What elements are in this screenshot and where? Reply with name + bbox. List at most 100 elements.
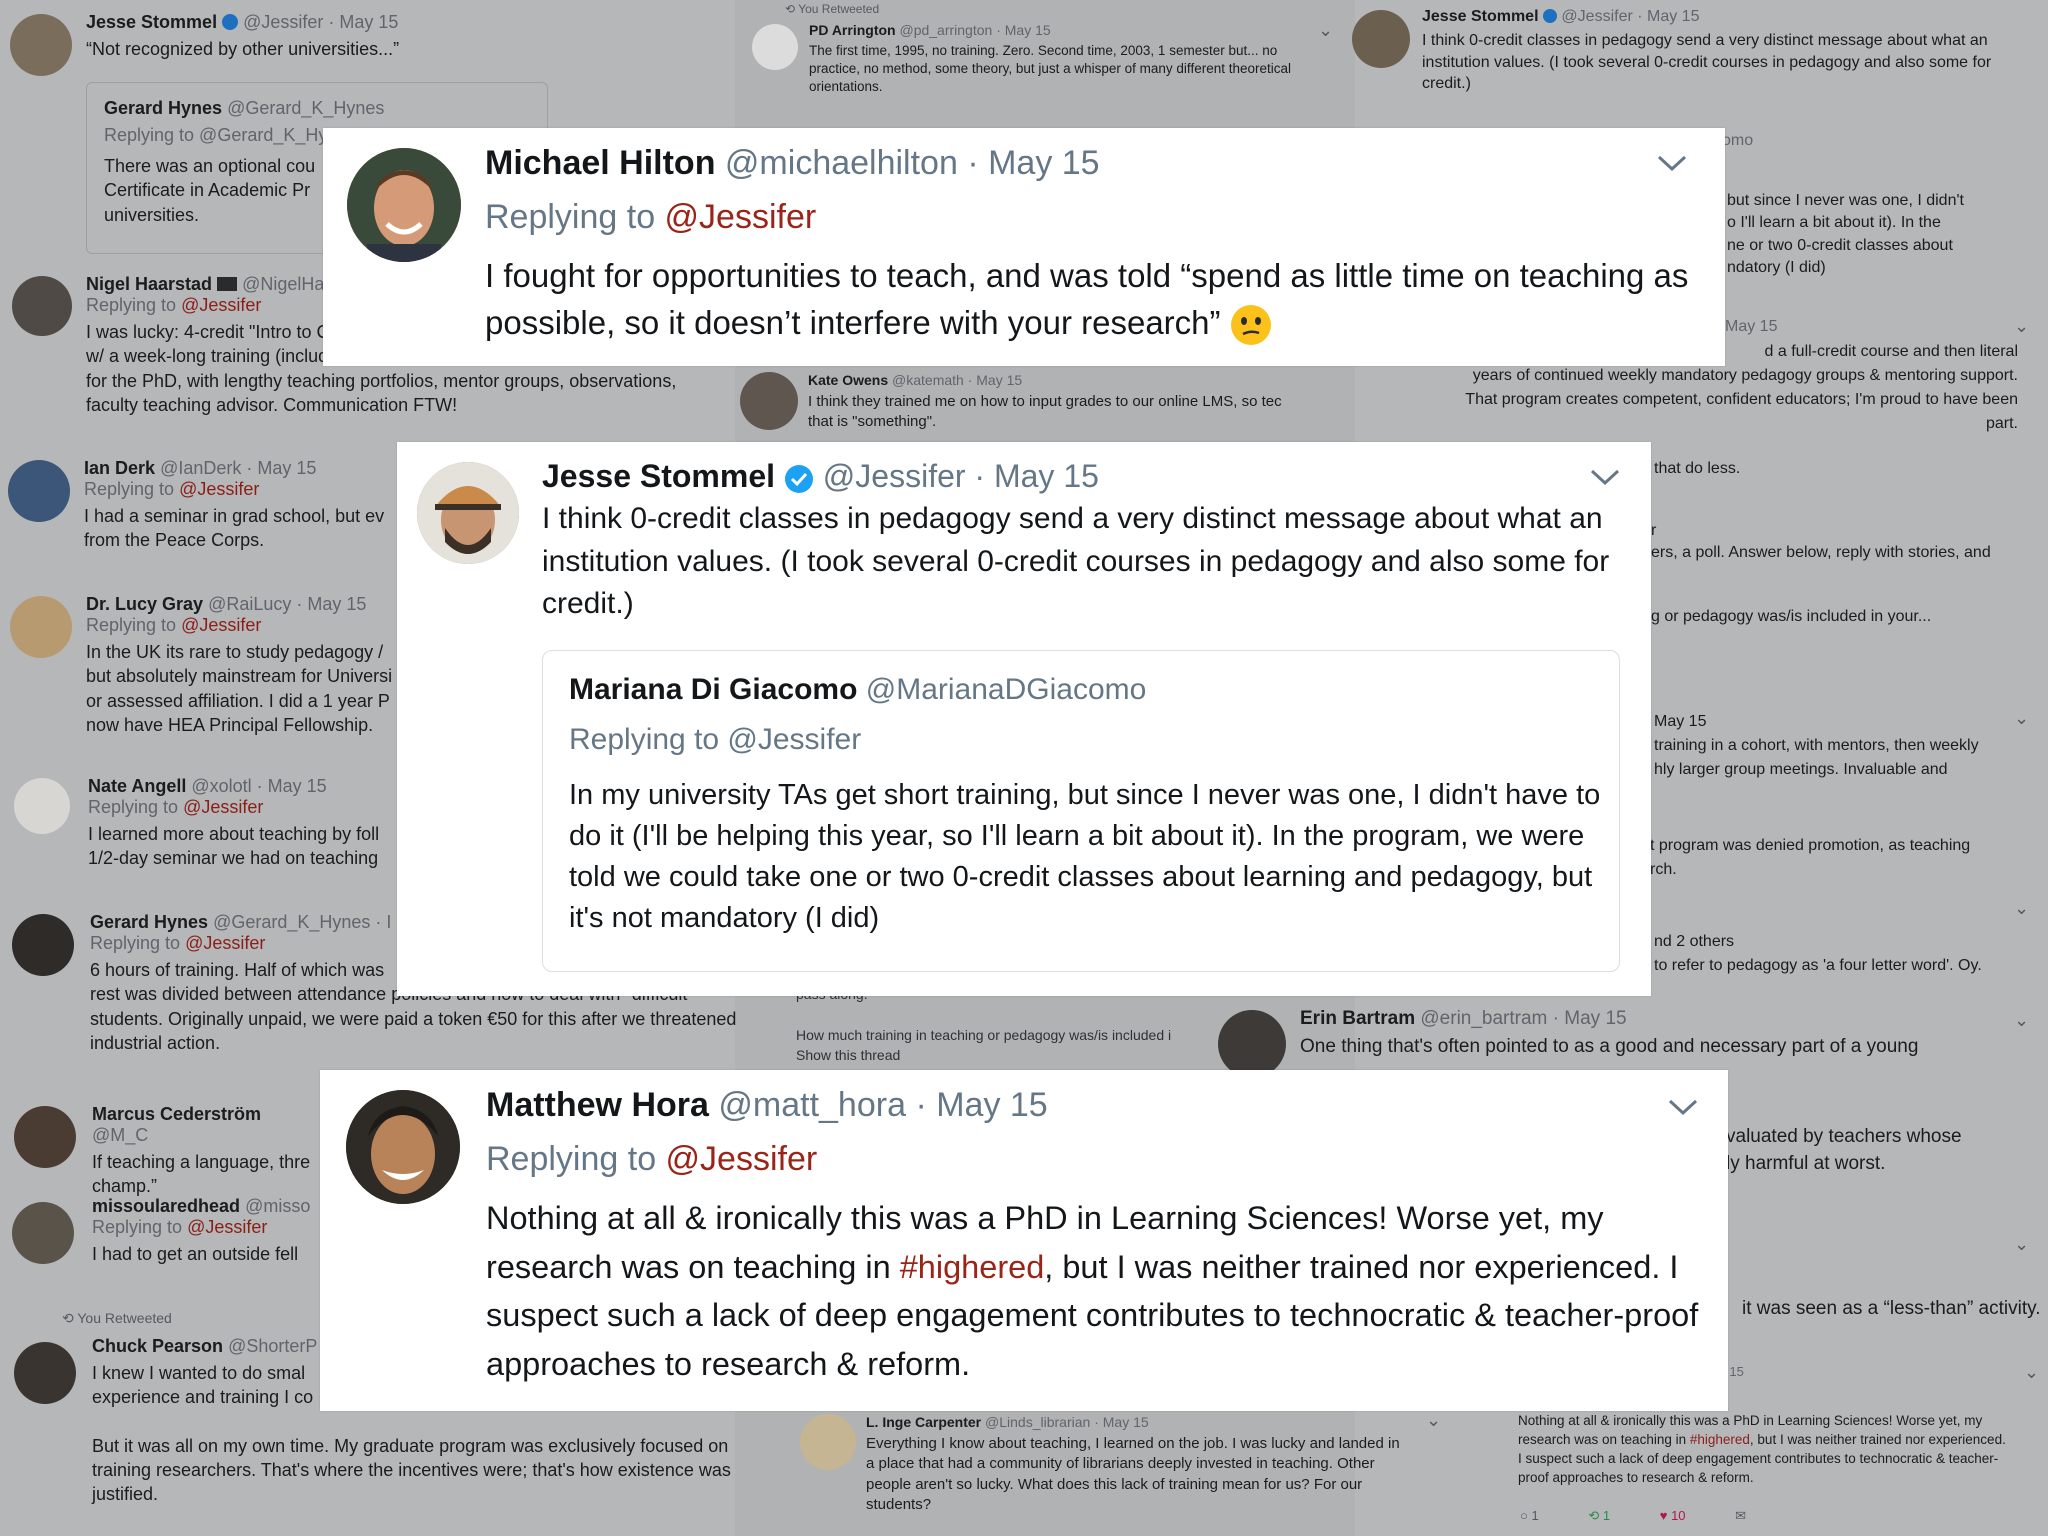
chevron-down-icon[interactable]: ⌄ — [1426, 1410, 1441, 1431]
author-handle[interactable]: @matt_hora — [718, 1086, 906, 1124]
verified-badge-icon — [784, 464, 813, 493]
author-handle[interactable]: @Jessifer — [823, 458, 966, 494]
avatar[interactable] — [347, 148, 461, 262]
quoted-tweet[interactable]: Mariana Di Giacomo @MarianaDGiacomo Repl… — [542, 650, 1620, 972]
like-count: 10 — [1671, 1508, 1686, 1523]
avatar[interactable] — [10, 14, 72, 76]
tweet[interactable]: Nate Angell @xolotl · May 15 Replying to… — [88, 776, 398, 871]
author-handle[interactable]: @michaelhilton — [725, 144, 958, 182]
chevron-down-icon[interactable]: ⌄ — [2014, 708, 2029, 729]
author-name[interactable]: Nigel Haarstad — [86, 274, 212, 294]
thread-preview[interactable]: pass along. How much training in teachin… — [796, 984, 1206, 1065]
tweet-header: Jesse Stommel @Jessifer · May 15 — [542, 458, 1099, 495]
tweet-text: I think 0-credit classes in pedagogy sen… — [1422, 32, 1992, 93]
tweet[interactable]: L. Inge Carpenter @Linds_librarian · May… — [866, 1414, 1436, 1515]
avatar[interactable] — [10, 596, 72, 658]
author-name[interactable]: Jesse Stommel — [86, 12, 217, 32]
mention-link[interactable]: @Jessifer — [181, 615, 261, 635]
fragment-text: g or pedagogy was/is included in your... — [1651, 608, 1932, 625]
tweet-date[interactable]: · May 15 — [915, 1086, 1047, 1124]
tweet[interactable]: missoularedhead @misso Replying to @Jess… — [92, 1196, 322, 1266]
author-name[interactable]: Ian Derk — [84, 458, 155, 478]
author-name[interactable]: Erin Bartram — [1300, 1008, 1415, 1029]
avatar[interactable] — [1352, 10, 1410, 68]
avatar[interactable] — [417, 462, 519, 564]
tweet[interactable]: Jesse Stommel @Jessifer · May 15 I think… — [1422, 8, 2042, 95]
chevron-down-icon[interactable]: ⌄ — [2014, 1010, 2029, 1031]
mention-link[interactable]: @Jessifer — [183, 797, 263, 817]
avatar[interactable] — [1218, 1010, 1286, 1078]
mention-link[interactable]: @Jessifer — [185, 933, 265, 953]
author-name[interactable]: Dr. Lucy Gray — [86, 594, 203, 614]
tweet[interactable]: Kate Owens @katemath · May 15 I think th… — [808, 372, 1348, 433]
avatar[interactable] — [12, 914, 74, 976]
author-name[interactable]: Kate Owens — [808, 372, 888, 388]
author-name[interactable]: missoularedhead — [92, 1196, 240, 1216]
mention-link[interactable]: @Jessifer — [187, 1217, 267, 1237]
author-name[interactable]: Chuck Pearson — [92, 1336, 223, 1356]
author-name[interactable]: Jesse Stommel — [1422, 8, 1539, 25]
confused-face-emoji-icon — [1230, 305, 1271, 346]
tweet[interactable]: Ian Derk @IanDerk · May 15 Replying to @… — [84, 458, 404, 553]
hashtag-link[interactable]: #highered — [900, 1249, 1045, 1285]
chevron-down-icon[interactable]: ⌄ — [2014, 1234, 2029, 1255]
author-name[interactable]: Gerard Hynes — [90, 912, 208, 932]
author-name[interactable]: PD Arrington — [809, 22, 896, 38]
reply-icon[interactable]: ○ — [1520, 1508, 1528, 1523]
author-handle: @NigelHa — [242, 274, 325, 294]
chevron-down-icon[interactable]: ⌄ — [2014, 898, 2029, 919]
mention-link[interactable]: @Jessifer — [665, 198, 817, 236]
tweet[interactable]: Jesse Stommel @Jessifer · May 15 “Not re… — [86, 12, 726, 61]
chevron-down-icon[interactable]: ⌄ — [2024, 1362, 2039, 1383]
tweet-card-hilton[interactable]: Michael Hilton @michaelhilton · May 15 R… — [323, 128, 1725, 366]
tweet[interactable]: PD Arrington @pd_arrington · May 15 The … — [809, 22, 1349, 97]
avatar[interactable] — [14, 1342, 76, 1404]
author-name[interactable]: Nate Angell — [88, 776, 186, 796]
mention-link[interactable]: @Jessifer — [181, 295, 261, 315]
avatar[interactable] — [346, 1090, 460, 1204]
tweet-text: I fought for opportunities to teach, and… — [485, 257, 1689, 341]
like-icon[interactable]: ♥ — [1660, 1508, 1668, 1523]
fragment-text: May 15 training in a cohort, with mentor… — [1654, 713, 1979, 778]
chevron-down-icon[interactable]: ⌄ — [2014, 316, 2029, 337]
avatar[interactable] — [12, 276, 72, 336]
chevron-down-icon[interactable] — [1590, 468, 1620, 486]
tweet-text: Nothing at all & ironically this was a P… — [1518, 1413, 2006, 1485]
author-name[interactable]: Matthew Hora — [486, 1086, 709, 1124]
tweet-date[interactable]: · May 15 — [967, 144, 1099, 182]
tweet-text: Nothing at all & ironically this was a P… — [486, 1200, 1699, 1382]
tweet-card-stommel[interactable]: Jesse Stommel @Jessifer · May 15 I think… — [397, 442, 1651, 996]
chevron-down-icon[interactable] — [1657, 154, 1687, 172]
avatar[interactable] — [12, 1202, 74, 1264]
retweet-icon[interactable]: ⟲ — [1588, 1508, 1599, 1523]
author-handle: @pd_arrington · May 15 — [899, 22, 1051, 38]
tweet[interactable]: Erin Bartram @erin_bartram · May 15 One … — [1300, 1008, 2000, 1060]
author-name[interactable]: Jesse Stommel — [542, 458, 775, 494]
retweet-indicator: ⟲ You Retweeted — [62, 1310, 172, 1327]
avatar[interactable] — [14, 778, 70, 834]
author-handle: @xolotl · May 15 — [191, 776, 327, 796]
avatar[interactable] — [8, 460, 70, 522]
avatar[interactable] — [800, 1414, 856, 1470]
mention-link[interactable]: @Jessifer — [666, 1140, 818, 1178]
tweet[interactable]: Dr. Lucy Gray @RaiLucy · May 15 Replying… — [86, 594, 396, 737]
avatar[interactable] — [14, 1106, 76, 1168]
mention-link[interactable]: @Jessifer — [179, 479, 259, 499]
tweet-header: Michael Hilton @michaelhilton · May 15 — [485, 144, 1100, 183]
flag-icon — [217, 277, 238, 291]
author-name[interactable]: Marcus Cederström — [92, 1104, 261, 1124]
author-name: Gerard Hynes — [104, 98, 223, 118]
author-name[interactable]: Michael Hilton — [485, 144, 715, 182]
tweet-date[interactable]: · May 15 — [974, 458, 1098, 494]
chevron-down-icon[interactable]: ⌄ — [1318, 20, 1333, 41]
tweet[interactable]: Marcus Cederström @M_C If teaching a lan… — [92, 1104, 322, 1199]
tweet-card-hora[interactable]: Matthew Hora @matt_hora · May 15 Replyin… — [320, 1070, 1728, 1411]
avatar[interactable] — [740, 372, 798, 430]
author-name[interactable]: L. Inge Carpenter — [866, 1414, 981, 1430]
author-handle: @RaiLucy · May 15 — [208, 594, 367, 614]
chevron-down-icon[interactable] — [1668, 1098, 1698, 1116]
message-icon[interactable]: ✉ — [1735, 1508, 1746, 1523]
avatar[interactable] — [752, 24, 798, 70]
hashtag-link[interactable]: #highered — [1690, 1432, 1750, 1447]
tweet-text: If teaching a language, thre champ.” — [92, 1152, 311, 1197]
